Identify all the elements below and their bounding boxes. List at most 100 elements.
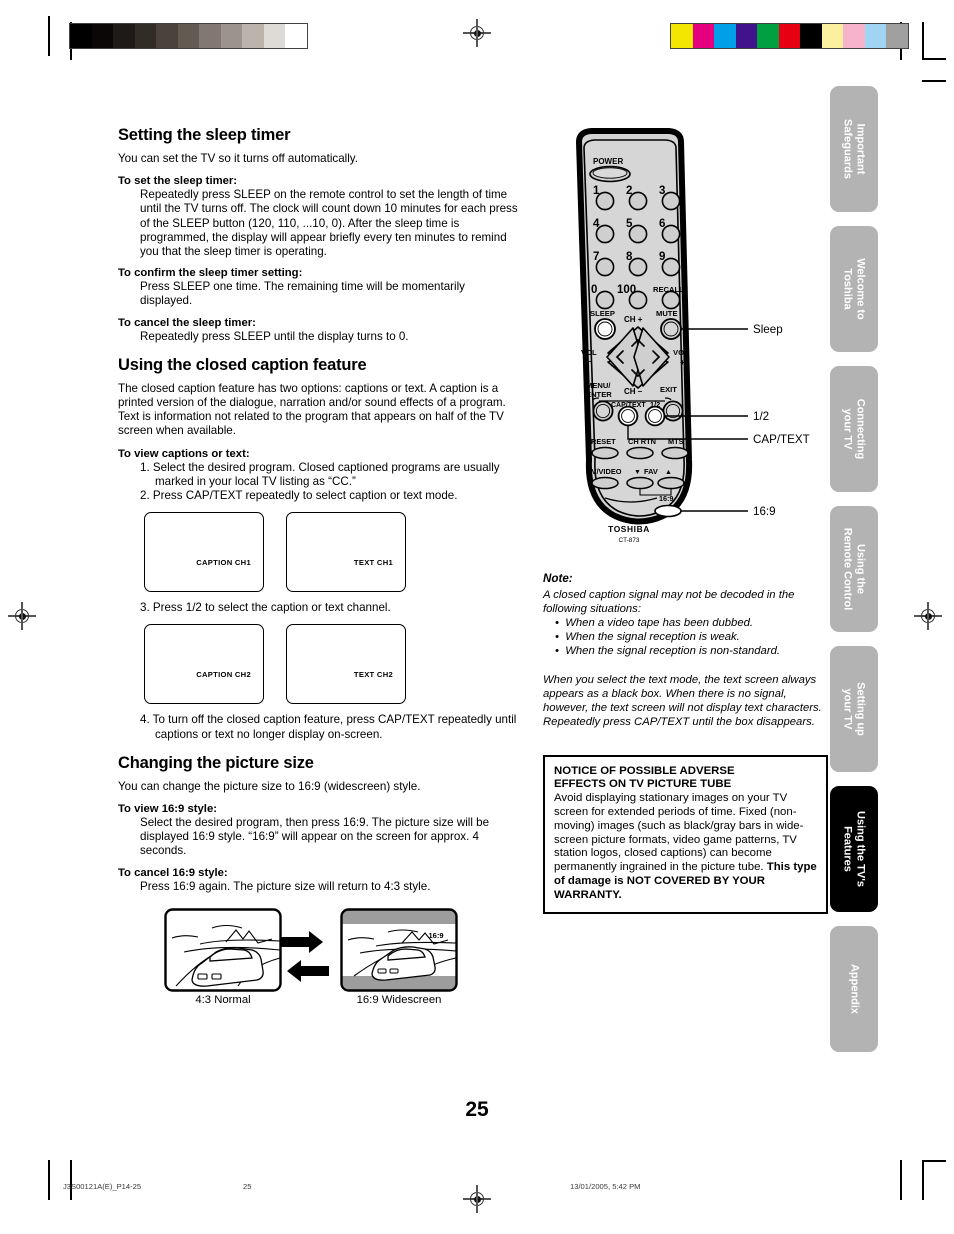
remote-label-reset: RESET <box>591 437 616 446</box>
remote-control-illustration: POWER 1 2 3 4 5 6 7 8 9 0 100 RECALL SLE… <box>576 128 810 544</box>
tv-screen-label: TEXT CH2 <box>353 670 393 680</box>
list-item: 1. Select the desired program. Closed ca… <box>140 460 500 488</box>
picture-size-cancel-label: To cancel 16:9 style: <box>118 866 228 879</box>
note-block: Note: A closed caption signal may not be… <box>543 572 828 729</box>
remote-label-ch-up: CH + <box>624 315 643 324</box>
remote-button-tv-video <box>591 476 619 490</box>
list-item: When the signal reception is non-standar… <box>555 644 828 658</box>
left-text-column: Setting the sleep timer You can set the … <box>118 126 518 1026</box>
callout-label-sleep: Sleep <box>753 323 783 336</box>
note-paragraph: When you select the text mode, the text … <box>543 674 822 728</box>
remote-button-reset <box>591 446 619 460</box>
remote-label-fav-down: ▼ <box>634 469 641 476</box>
remote-button-4 <box>595 224 615 244</box>
remote-button-recall <box>661 290 681 310</box>
closed-caption-view-label: To view captions or text: <box>118 447 250 460</box>
widescreen-osd-badge: 16:9 <box>428 931 443 940</box>
notice-title-line-1: NOTICE OF POSSIBLE ADVERSE <box>554 765 735 777</box>
remote-label-fav: FAV <box>644 467 658 476</box>
remote-button-mts <box>661 446 689 460</box>
remote-button-0 <box>595 290 615 310</box>
remote-label-power: POWER <box>593 157 623 166</box>
remote-button-1 <box>595 191 615 211</box>
remote-label-menu: MENU/ <box>586 381 611 390</box>
picture-size-lead: You can change the picture size to 16:9 … <box>118 779 421 793</box>
footer-timestamp: 13/01/2005, 5:42 PM <box>570 1182 641 1191</box>
footer-page-label: 25 <box>243 1182 252 1191</box>
sleep-timer-confirm-body: Press SLEEP one time. The remaining time… <box>140 280 465 308</box>
note-heading: Note: <box>543 572 573 585</box>
print-footer: J3S00121A(E)_P14-25 25 13/01/2005, 5:42 … <box>0 1182 954 1202</box>
remote-button-7 <box>595 257 615 277</box>
picture-size-illustration: 4:3 Normal 16:9 16:9 Widescreen <box>142 908 518 1026</box>
notice-title-line-2: EFFECTS ON TV PICTURE TUBE <box>554 778 732 791</box>
sidebar-tab-1[interactable]: Welcome to Toshiba <box>830 226 878 352</box>
screen-16-9-widescreen: 16:9 16:9 Widescreen <box>340 908 458 1006</box>
remote-button-ch-rtn <box>626 446 654 460</box>
remote-button-16-9 <box>654 504 682 518</box>
sleep-timer-set-label: To set the sleep timer: <box>118 175 238 188</box>
remote-label-ch-down: CH – <box>624 387 643 396</box>
remote-control-diagram: POWER 1 2 3 4 5 6 7 8 9 0 100 RECALL SLE… <box>543 126 828 556</box>
sleep-timer-lead: You can set the TV so it turns off autom… <box>118 152 358 165</box>
remote-label-vol-up-sign: + <box>680 357 685 367</box>
caption-4-3-normal: 4:3 Normal <box>195 993 251 1006</box>
caption-16-9-widescreen: 16:9 Widescreen <box>356 993 442 1006</box>
tv-screen-text-ch2: TEXT CH2 <box>286 624 406 705</box>
notice-body: Avoid displaying stationary images on yo… <box>554 792 817 903</box>
notice-box: NOTICE OF POSSIBLE ADVERSE EFFECTS ON TV… <box>543 755 828 915</box>
sidebar-tab-5[interactable]: Using the TV's Features <box>830 786 878 912</box>
picture-size-view-body: Select the desired program, then press 1… <box>140 816 490 858</box>
page-title-closed-caption: Using the closed caption feature <box>118 355 367 374</box>
footer-file-id: J3S00121A(E)_P14-25 <box>63 1182 142 1191</box>
tv-screen-label: CAPTION CH1 <box>196 558 251 568</box>
remote-brand-toshiba: TOSHIBA <box>608 524 650 534</box>
section-tabs: Important Safeguards Welcome to Toshiba Conn… <box>830 86 878 1066</box>
tv-screen-label: CAPTION CH2 <box>196 670 251 680</box>
list-item: 3. Press 1/2 to select the caption or te… <box>140 601 391 615</box>
sidebar-tab-3[interactable]: Using the Remote Control <box>830 506 878 632</box>
tv-picture-4-3 <box>164 908 282 992</box>
page-title-sleep-timer: Setting the sleep timer <box>118 126 291 144</box>
page-number: 25 <box>465 1098 489 1121</box>
note-intro: A closed caption signal may not be decod… <box>543 589 795 615</box>
right-column: POWER 1 2 3 4 5 6 7 8 9 0 100 RECALL SLE… <box>543 126 828 915</box>
tv-picture-16-9: 16:9 <box>340 908 458 992</box>
callout-label-cap-text: CAP/TEXT <box>753 433 810 446</box>
caption-screens-row-1: CAPTION CH1 TEXT CH1 <box>144 512 518 593</box>
screen-4-3-normal: 4:3 Normal <box>164 908 282 1006</box>
tv-screen-caption-ch1: CAPTION CH1 <box>144 512 264 593</box>
tv-screen-label: TEXT CH1 <box>353 558 393 568</box>
picture-size-cancel-body: Press 16:9 again. The picture size will … <box>140 879 431 893</box>
remote-label-fav-up: ▲ <box>665 469 672 476</box>
remote-label-vol-up: VOL <box>673 348 689 357</box>
remote-label-16-9: 16:9 <box>659 494 673 503</box>
remote-label-enter: ENTER <box>586 390 612 399</box>
closed-caption-lead: The closed caption feature has two optio… <box>118 381 506 438</box>
closed-caption-steps-1-2: 1. Select the desired program. Closed ca… <box>118 461 518 504</box>
list-item: 4. To turn off the closed caption featur… <box>140 713 517 741</box>
sidebar-tab-label: Welcome to Toshiba <box>842 258 867 320</box>
sidebar-tab-label: Important Safeguards <box>842 119 867 179</box>
page-title-picture-size: Changing the picture size <box>118 753 314 772</box>
remote-button-2 <box>628 191 648 211</box>
remote-label-sleep: SLEEP <box>590 309 615 318</box>
manual-page: Setting the sleep timer You can set the … <box>0 0 954 1234</box>
sleep-timer-confirm-label: To confirm the sleep timer setting: <box>118 267 303 280</box>
remote-model-number: CT-873 <box>619 537 640 544</box>
remote-label-tv-video: TV/VIDEO <box>587 467 622 476</box>
remote-button-6 <box>661 224 681 244</box>
list-item: When a video tape has been dubbed. <box>555 616 828 630</box>
remote-button-5 <box>628 224 648 244</box>
remote-button-8 <box>628 257 648 277</box>
remote-label-exit: EXIT <box>660 385 677 394</box>
sidebar-tab-label: Using the Remote Control <box>842 527 867 611</box>
sleep-timer-cancel-label: To cancel the sleep timer: <box>118 316 256 329</box>
remote-button-fav-down <box>626 476 654 490</box>
sidebar-tab-6[interactable]: Appendix <box>830 926 878 1052</box>
caption-screens-row-2: CAPTION CH2 TEXT CH2 <box>144 624 518 705</box>
picture-size-view-label: To view 16:9 style: <box>118 803 217 816</box>
sidebar-tab-2[interactable]: Connecting your TV <box>830 366 878 492</box>
sidebar-tab-0[interactable]: Important Safeguards <box>830 86 878 212</box>
sidebar-tab-4[interactable]: Setting up your TV <box>830 646 878 772</box>
